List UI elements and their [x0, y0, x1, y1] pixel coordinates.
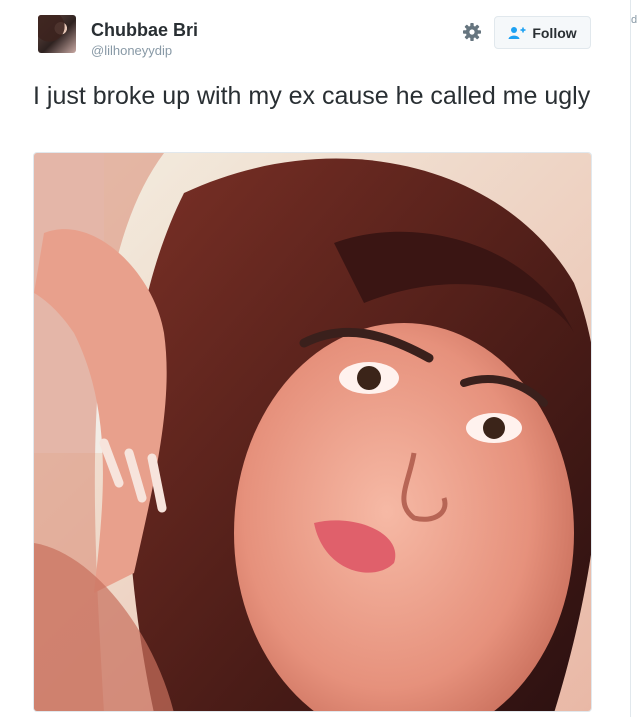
- follow-label: Follow: [532, 24, 577, 41]
- clipped-text: d: [631, 14, 638, 26]
- follow-person-plus-icon: [508, 26, 526, 40]
- window-edge: [630, 0, 631, 717]
- follow-button[interactable]: Follow: [494, 16, 591, 49]
- avatar[interactable]: [38, 15, 76, 53]
- display-name[interactable]: Chubbae Bri: [91, 20, 198, 41]
- tweet-text: I just broke up with my ex cause he call…: [33, 82, 591, 110]
- tweet-photo[interactable]: [33, 152, 592, 712]
- user-handle[interactable]: @lilhoneyydip: [91, 43, 172, 58]
- gear-icon[interactable]: [462, 22, 482, 42]
